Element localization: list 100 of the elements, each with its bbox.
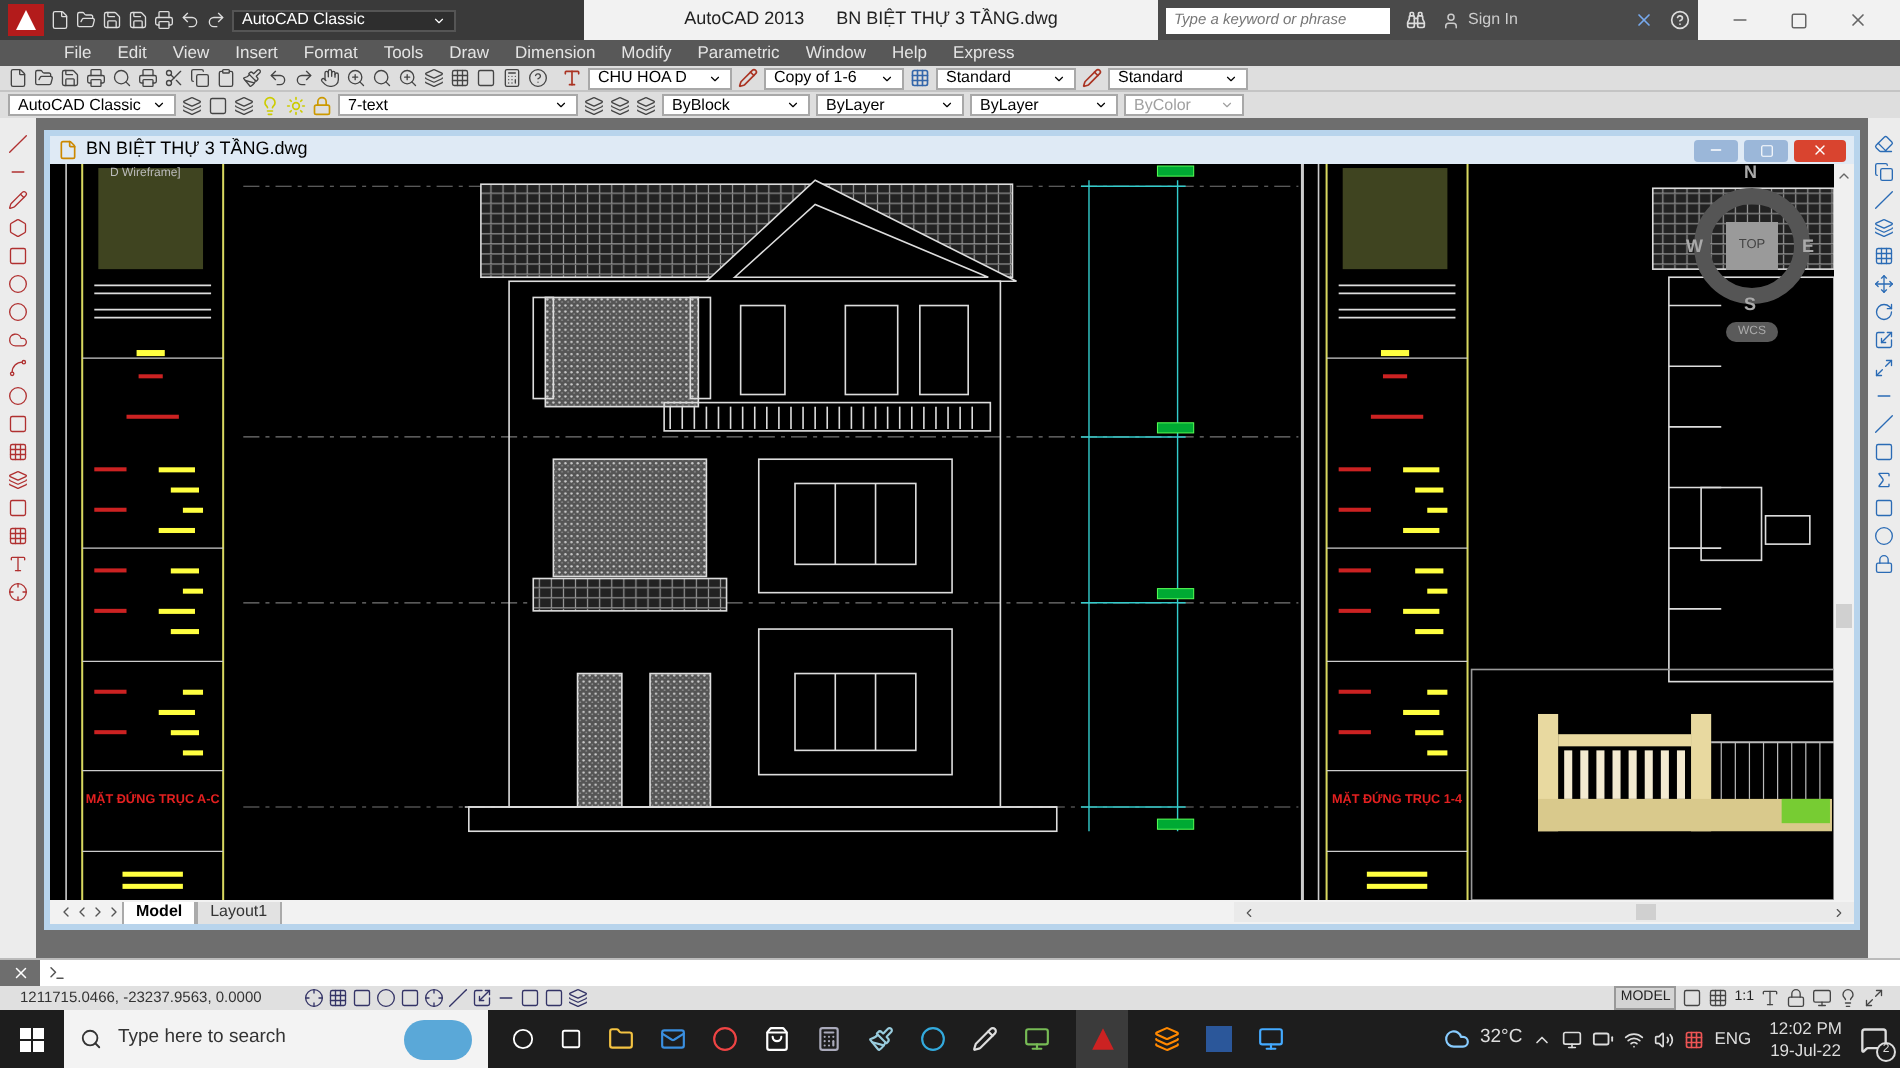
menu-item[interactable]: Express [953,44,1015,62]
stretch-icon[interactable] [1874,358,1894,378]
menu-item[interactable]: Modify [621,44,672,62]
line-icon[interactable] [8,134,28,154]
dimension-style-icon[interactable] [738,68,758,88]
open-icon[interactable] [34,68,54,88]
array-icon[interactable] [1874,246,1894,266]
help-icon[interactable] [528,68,548,88]
spline-icon[interactable] [8,358,28,378]
sign-in-button[interactable]: Sign In [1442,8,1518,32]
paint-icon[interactable] [868,1026,894,1052]
scale-icon[interactable] [1874,330,1894,350]
layout-tab[interactable]: Layout1 [196,901,282,923]
vertical-scrollbar[interactable] [1834,164,1854,900]
menu-item[interactable]: Parametric [697,44,780,62]
hatch-icon[interactable] [8,442,28,462]
cut-icon[interactable] [164,68,184,88]
menu-item[interactable]: Tools [383,44,424,62]
compass-west: W [1686,234,1703,260]
caret-icon [786,98,800,112]
windows-start-icon[interactable] [20,1027,44,1051]
polygon-icon[interactable] [8,218,28,238]
multileader-style-dropdown[interactable]: Standard [1108,67,1248,89]
taskbar-search-field[interactable]: Type here to search [64,1010,488,1068]
calculator-icon[interactable] [816,1026,842,1052]
menu-item[interactable]: Window [805,44,867,62]
table-style-icon[interactable] [910,68,930,88]
file-explorer-icon[interactable] [608,1026,634,1052]
caret-icon [708,71,722,85]
menu-item[interactable]: View [172,44,210,62]
calculator-icon[interactable] [502,68,522,88]
copy-icon[interactable] [190,68,210,88]
print-icon[interactable] [154,10,174,30]
caret-icon [940,98,954,112]
menu-item[interactable]: Insert [235,44,278,62]
maximize-icon[interactable] [1790,11,1808,29]
search-icon[interactable] [1406,10,1426,30]
circle-icon[interactable] [8,302,28,322]
workspace-dropdown[interactable]: AutoCAD Classic [8,94,176,116]
horizontal-scrollbar[interactable] [1234,902,1854,922]
close-icon[interactable] [1848,10,1868,30]
store-icon[interactable] [764,1026,790,1052]
table-style-dropdown[interactable]: Standard [936,67,1076,89]
scrollbar-thumb[interactable] [1836,604,1852,628]
dimension-style-dropdown[interactable]: Copy of 1-6 [764,67,904,89]
scrollbar-thumb [1636,904,1656,920]
print-icon[interactable] [86,68,106,88]
mail-icon[interactable] [660,1026,686,1052]
text-icon[interactable] [8,554,28,574]
close-button[interactable] [1794,139,1846,161]
close-icon[interactable] [11,964,29,982]
language-indicator[interactable]: ENG [1714,1026,1752,1052]
menu-item[interactable]: Format [303,44,358,62]
menu-item[interactable]: Help [892,44,928,62]
revision-cloud-icon[interactable] [8,330,28,350]
redo-icon[interactable] [294,68,314,88]
layout-tab[interactable]: Model [122,901,197,923]
battery-icon[interactable] [1592,1028,1615,1050]
text-style-dropdown[interactable]: CHU HOA D [588,67,732,89]
search-icon [80,1028,102,1050]
pen-icon[interactable] [972,1026,998,1052]
menu-item[interactable]: Edit [117,44,147,62]
logo-icon [1089,1026,1115,1052]
text-style-icon[interactable] [562,68,582,88]
compass-north: N [1744,164,1757,182]
logo-icon [14,8,38,32]
zoom-icon[interactable] [346,68,366,88]
match-properties-icon[interactable] [242,68,262,88]
new-icon[interactable] [8,68,28,88]
multileader-style-icon[interactable] [1082,68,1102,88]
document-title: BN BIỆT THỰ 3 TẦNG.dwg [836,6,1058,33]
scroll-left-icon [1242,905,1256,919]
caret-icon [880,71,894,85]
menu-item[interactable]: Dimension [515,44,596,62]
move-icon[interactable] [1874,274,1894,294]
application-menu-button[interactable] [8,4,44,36]
lineweight-dropdown[interactable]: ByLayer [970,94,1118,116]
linetype-dropdown[interactable]: ByLayer [816,94,964,116]
save-icon[interactable] [60,68,80,88]
workspace-dropdown[interactable]: AutoCAD Classic [232,9,456,31]
layer-dropdown[interactable]: 7-text [338,94,578,116]
notification-icon[interactable] [1860,1025,1888,1053]
grid-icon[interactable] [328,988,348,1008]
wifi-icon[interactable] [1624,1029,1645,1049]
volume-icon[interactable] [1654,1029,1675,1049]
color-dropdown[interactable]: ByBlock [662,94,810,116]
copy-icon[interactable] [1874,162,1894,182]
redo-icon[interactable] [206,10,226,30]
scroll-up-icon[interactable] [1836,168,1852,184]
rectangle-icon[interactable] [8,246,28,266]
menu-item[interactable]: File [64,44,92,62]
paste-icon[interactable] [216,68,236,88]
table-icon[interactable] [8,526,28,546]
pan-icon[interactable] [320,68,340,88]
clock[interactable]: 12:02 PM 19-Jul-22 [1761,1017,1850,1061]
rotate-icon[interactable] [1874,302,1894,322]
undo-icon[interactable] [180,10,200,30]
erase-icon[interactable] [1874,134,1894,154]
undo-icon[interactable] [268,68,288,88]
menu-item[interactable]: Draw [449,44,490,62]
